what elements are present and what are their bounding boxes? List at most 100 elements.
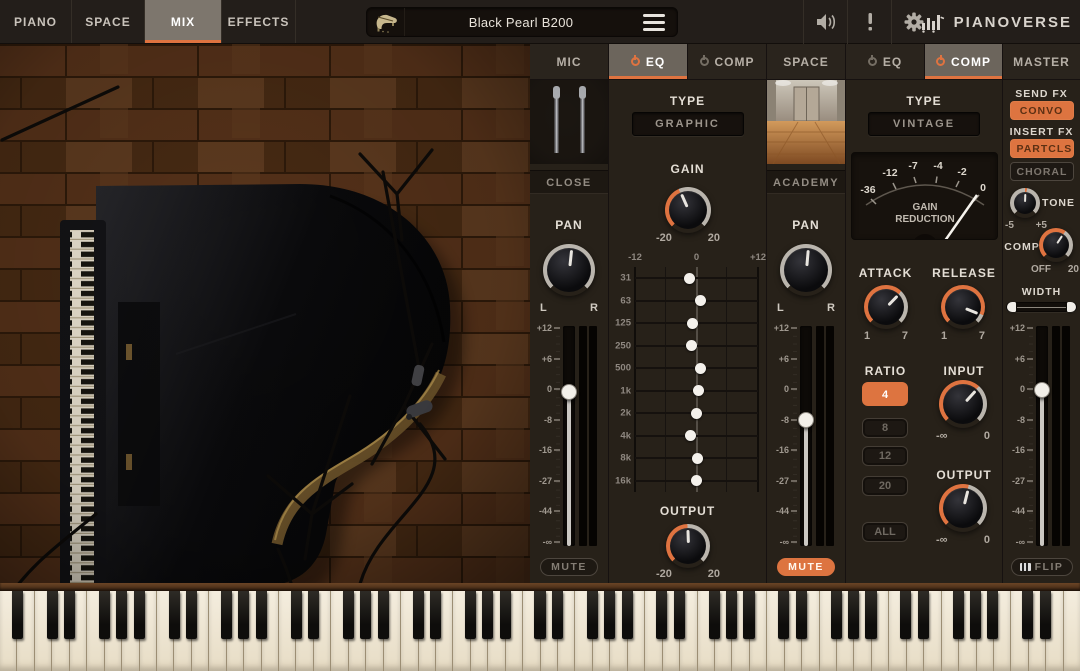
piano-key-black[interactable] xyxy=(64,591,76,639)
attack-knob[interactable] xyxy=(864,285,908,329)
mic-pan-knob[interactable] xyxy=(543,244,595,296)
eq-output-knob[interactable] xyxy=(666,524,710,568)
eq-band-row[interactable]: 4k xyxy=(620,425,758,448)
piano-key-black[interactable] xyxy=(46,591,58,639)
section-tab-comp[interactable]: COMP xyxy=(924,44,1002,79)
eq-band-row[interactable]: 250 xyxy=(615,335,758,358)
eq-band-slider-dot[interactable] xyxy=(694,362,706,374)
space-preset-name[interactable]: ACADEMY xyxy=(767,170,845,194)
piano-key-black[interactable] xyxy=(987,591,999,639)
fader-handle[interactable] xyxy=(1034,382,1050,399)
piano-key-black[interactable] xyxy=(917,591,929,639)
release-knob[interactable] xyxy=(941,285,985,329)
volume-icon[interactable] xyxy=(803,0,847,44)
fader-handle[interactable] xyxy=(798,412,814,429)
piano-key-black[interactable] xyxy=(621,591,633,639)
piano-key-black[interactable] xyxy=(900,591,912,639)
master-comp-knob[interactable] xyxy=(1039,228,1073,262)
master-fader[interactable]: +12 +6 0 -8 -16 -27 -44 -∞ xyxy=(1003,320,1080,552)
piano-key-black[interactable] xyxy=(307,591,320,639)
space-mute-button[interactable]: MUTE xyxy=(777,558,835,576)
section-tab-comp[interactable]: COMP xyxy=(687,44,766,79)
tab-space[interactable]: SPACE xyxy=(72,0,145,43)
menu-icon[interactable] xyxy=(637,13,677,31)
eq-band-row[interactable]: 31 xyxy=(620,267,758,290)
piano-key-black[interactable] xyxy=(255,591,267,639)
flip-button[interactable]: FLIP xyxy=(1010,558,1073,576)
section-tab-master[interactable]: MASTER xyxy=(1002,44,1080,79)
piano-key-black[interactable] xyxy=(1022,591,1034,639)
piano-key-black[interactable] xyxy=(656,591,668,639)
piano-key-black[interactable] xyxy=(830,591,842,639)
piano-key-black[interactable] xyxy=(360,591,372,639)
eq-gain-knob[interactable] xyxy=(665,187,711,233)
piano-key-black[interactable] xyxy=(743,591,755,639)
piano-key-black[interactable] xyxy=(186,591,198,639)
section-tab-mic[interactable]: MIC xyxy=(530,44,608,79)
piano-key-black[interactable] xyxy=(133,591,145,639)
ratio-20-button[interactable]: 20 xyxy=(862,476,908,496)
piano-key-black[interactable] xyxy=(342,591,354,639)
alert-icon[interactable] xyxy=(847,0,891,44)
preset-selector[interactable]: Black Pearl B200 xyxy=(366,7,678,37)
partcls-button[interactable]: PARTCLS xyxy=(1009,139,1074,158)
tone-knob[interactable] xyxy=(1010,188,1040,218)
eq-band-slider-dot[interactable] xyxy=(686,317,698,329)
piano-key-black[interactable] xyxy=(238,591,250,639)
piano-key-black[interactable] xyxy=(604,591,616,639)
mic-fader[interactable]: +12 +6 0 -8 -16 -27 -44 -∞ xyxy=(530,320,608,552)
convo-button[interactable]: CONVO xyxy=(1009,101,1074,120)
piano-key-black[interactable] xyxy=(116,591,128,639)
section-tab-eq[interactable]: EQ xyxy=(845,44,924,79)
eq-band-row[interactable]: 2k xyxy=(620,402,758,425)
width-handle-left[interactable] xyxy=(1007,302,1016,312)
comp-type-button[interactable]: VINTAGE xyxy=(868,112,980,136)
section-tab-eq[interactable]: EQ xyxy=(608,44,687,79)
eq-band-slider-dot[interactable] xyxy=(691,407,702,419)
eq-band-row[interactable]: 500 xyxy=(615,357,758,380)
piano-key-black[interactable] xyxy=(482,591,494,639)
piano-key-black[interactable] xyxy=(429,591,442,639)
ratio-8-button[interactable]: 8 xyxy=(862,418,908,438)
ratio-12-button[interactable]: 12 xyxy=(862,446,908,466)
eq-band-slider-dot[interactable] xyxy=(686,340,698,352)
piano-key-black[interactable] xyxy=(412,591,424,639)
ratio-4-button[interactable]: 4 xyxy=(862,382,908,406)
eq-band-slider-dot[interactable] xyxy=(684,430,696,442)
eq-band-row[interactable]: 1k xyxy=(620,380,758,403)
power-icon[interactable] xyxy=(867,55,877,66)
power-icon[interactable] xyxy=(699,55,709,66)
comp-input-knob[interactable] xyxy=(939,380,987,428)
piano-key-black[interactable] xyxy=(708,591,720,639)
choral-button[interactable]: CHORAL xyxy=(1009,162,1074,181)
comp-output-knob[interactable] xyxy=(939,484,987,532)
space-pan-knob[interactable] xyxy=(780,244,832,296)
piano-key-black[interactable] xyxy=(499,591,511,639)
piano-key-black[interactable] xyxy=(220,591,232,639)
piano-key-black[interactable] xyxy=(290,591,302,639)
piano-key-black[interactable] xyxy=(11,591,23,639)
piano-key-black[interactable] xyxy=(377,591,389,639)
piano-key-black[interactable] xyxy=(952,591,964,639)
eq-band-slider-dot[interactable] xyxy=(692,385,704,397)
tab-piano[interactable]: PIANO xyxy=(0,0,72,43)
space-fader[interactable]: +12 +6 0 -8 -16 -27 -44 -∞ xyxy=(767,320,845,552)
piano-key-black[interactable] xyxy=(168,591,180,639)
eq-band-slider-dot[interactable] xyxy=(691,475,702,487)
piano-key-white[interactable] xyxy=(1063,591,1080,671)
eq-band-row[interactable]: 16k xyxy=(615,470,758,493)
piano-key-black[interactable] xyxy=(534,591,546,639)
eq-band-row[interactable]: 125 xyxy=(615,312,758,335)
piano-key-black[interactable] xyxy=(551,591,563,639)
piano-key-black[interactable] xyxy=(673,591,685,639)
piano-key-black[interactable] xyxy=(865,591,877,639)
width-slider[interactable] xyxy=(1006,302,1077,312)
eq-band-row[interactable]: 8k xyxy=(620,447,758,470)
piano-key-black[interactable] xyxy=(98,591,111,639)
piano-key-black[interactable] xyxy=(778,591,790,639)
piano-key-black[interactable] xyxy=(969,591,982,639)
piano-key-black[interactable] xyxy=(1039,591,1051,639)
section-tab-space[interactable]: SPACE xyxy=(766,44,845,79)
tab-mix[interactable]: MIX xyxy=(145,0,222,43)
eq-band-slider-dot[interactable] xyxy=(683,272,695,284)
